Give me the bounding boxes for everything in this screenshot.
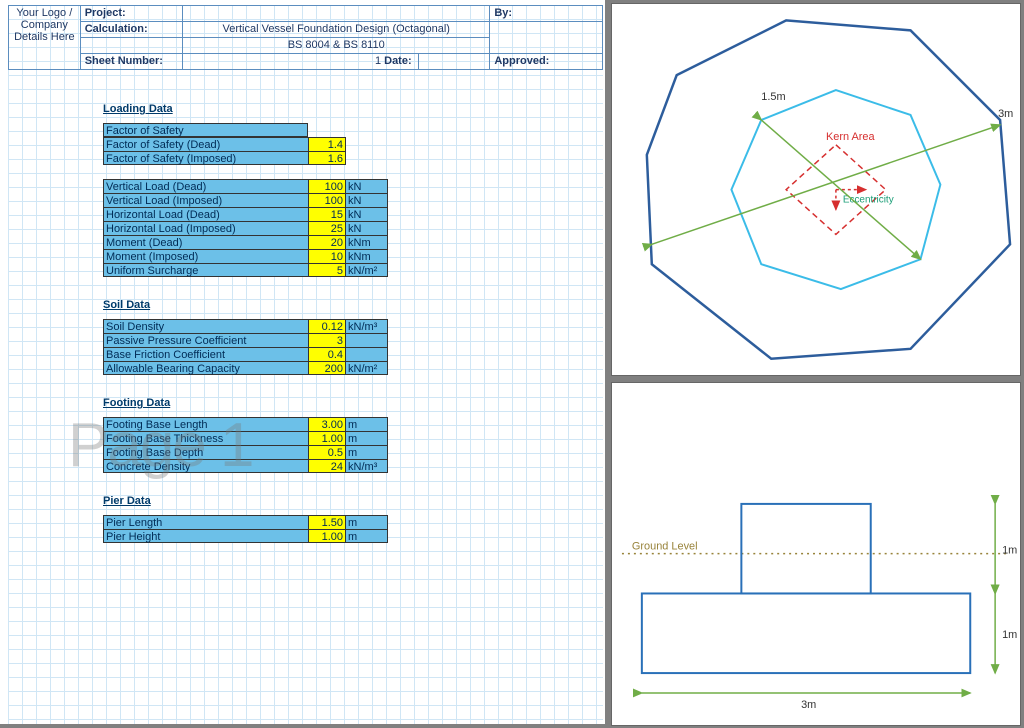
friction-coef-label: Base Friction Coefficient (103, 347, 308, 361)
fos-header: Factor of Safety (103, 123, 308, 137)
by-value[interactable] (490, 22, 603, 54)
logo-placeholder: Your Logo / Company Details Here (9, 6, 81, 70)
footing-thk-unit: m (346, 431, 388, 445)
base-thk-dim-label: 1m (1002, 629, 1017, 641)
concrete-density-unit: kN/m³ (346, 459, 388, 473)
bearing-cap-value[interactable]: 200 (308, 361, 346, 375)
passive-coef-value[interactable]: 3 (308, 333, 346, 347)
outer-octagon-icon (647, 20, 1010, 358)
base-width-dim-label: 3m (801, 699, 816, 711)
vload-dead-value[interactable]: 100 (308, 179, 346, 193)
footing-depth-label: Footing Base Depth (103, 445, 308, 459)
moment-dead-label: Moment (Dead) (103, 235, 308, 249)
diagram-panel: Kern Area Eccentricity 1.5m 3m Ground Le… (605, 0, 1024, 724)
passive-coef-label: Passive Pressure Coefficient (103, 333, 308, 347)
hload-imp-unit: kN (346, 221, 388, 235)
worksheet: Your Logo / Company Details Here Project… (8, 5, 603, 724)
surcharge-label: Uniform Surcharge (103, 263, 308, 277)
vload-dead-label: Vertical Load (Dead) (103, 179, 308, 193)
sheet-number-value[interactable]: 1 Date: (183, 54, 419, 70)
base-outline (642, 594, 970, 674)
soil-density-label: Soil Density (103, 319, 308, 333)
footing-thk-label: Footing Base Thickness (103, 431, 308, 445)
vload-dead-unit: kN (346, 179, 388, 193)
moment-imp-label: Moment (Imposed) (103, 249, 308, 263)
outer-dim-label: 3m (998, 108, 1013, 120)
header-table: Your Logo / Company Details Here Project… (8, 5, 603, 70)
eccentricity-label: Eccentricity (843, 195, 894, 206)
approved-label: Approved: (490, 54, 603, 70)
calculation-value[interactable]: Vertical Vessel Foundation Design (Octag… (183, 22, 490, 38)
vload-imp-unit: kN (346, 193, 388, 207)
hload-imp-label: Horizontal Load (Imposed) (103, 221, 308, 235)
pier-length-value[interactable]: 1.50 (308, 515, 346, 529)
moment-dead-unit: kNm (346, 235, 388, 249)
project-value[interactable] (183, 6, 490, 22)
bearing-cap-unit: kN/m² (346, 361, 388, 375)
sheet-number-label: Sheet Number: (80, 54, 182, 70)
footing-thk-value[interactable]: 1.00 (308, 431, 346, 445)
ground-label: Ground Level (632, 541, 698, 553)
friction-coef-unit (346, 347, 388, 361)
kern-area-label: Kern Area (826, 131, 876, 143)
footing-depth-unit: m (346, 445, 388, 459)
concrete-density-value[interactable]: 24 (308, 459, 346, 473)
spreadsheet-panel: Your Logo / Company Details Here Project… (0, 0, 605, 724)
plan-view-diagram: Kern Area Eccentricity 1.5m 3m (611, 3, 1021, 376)
footing-length-unit: m (346, 417, 388, 431)
footing-depth-value[interactable]: 0.5 (308, 445, 346, 459)
project-label: Project: (80, 6, 182, 22)
passive-coef-unit (346, 333, 388, 347)
pier-height-unit: m (346, 529, 388, 543)
concrete-density-label: Concrete Density (103, 459, 308, 473)
footing-length-value[interactable]: 3.00 (308, 417, 346, 431)
code-ref: BS 8004 & BS 8110 (183, 38, 490, 54)
hload-dead-value[interactable]: 15 (308, 207, 346, 221)
moment-dead-value[interactable]: 20 (308, 235, 346, 249)
surcharge-value[interactable]: 5 (308, 263, 346, 277)
loading-data-title: Loading Data (103, 103, 603, 115)
footing-data-title: Footing Data (103, 397, 603, 409)
hload-dead-label: Horizontal Load (Dead) (103, 207, 308, 221)
soil-density-unit: kN/m³ (346, 319, 388, 333)
moment-imp-unit: kNm (346, 249, 388, 263)
pier-length-label: Pier Length (103, 515, 308, 529)
pier-outline (741, 504, 870, 594)
elevation-view-diagram: Ground Level 1m 1m 3m (611, 382, 1021, 725)
footing-length-label: Footing Base Length (103, 417, 308, 431)
date-value[interactable] (418, 54, 490, 70)
depth-dim-label: 1m (1002, 545, 1017, 557)
vload-imp-label: Vertical Load (Imposed) (103, 193, 308, 207)
fos-imposed-label: Factor of Safety (Imposed) (103, 151, 308, 165)
hload-dead-unit: kN (346, 207, 388, 221)
pier-height-value[interactable]: 1.00 (308, 529, 346, 543)
friction-coef-value[interactable]: 0.4 (308, 347, 346, 361)
fos-imposed-value[interactable]: 1.6 (308, 151, 346, 165)
vload-imp-value[interactable]: 100 (308, 193, 346, 207)
moment-imp-value[interactable]: 10 (308, 249, 346, 263)
by-label: By: (490, 6, 603, 22)
pier-data-title: Pier Data (103, 495, 603, 507)
pier-height-label: Pier Height (103, 529, 308, 543)
pier-length-unit: m (346, 515, 388, 529)
calculation-label: Calculation: (80, 22, 182, 38)
fos-dead-value[interactable]: 1.4 (308, 137, 346, 151)
bearing-cap-label: Allowable Bearing Capacity (103, 361, 308, 375)
hload-imp-value[interactable]: 25 (308, 221, 346, 235)
fos-dead-label: Factor of Safety (Dead) (103, 137, 308, 151)
soil-data-title: Soil Data (103, 299, 603, 311)
soil-density-value[interactable]: 0.12 (308, 319, 346, 333)
inner-dim-label: 1.5m (761, 91, 785, 103)
surcharge-unit: kN/m² (346, 263, 388, 277)
